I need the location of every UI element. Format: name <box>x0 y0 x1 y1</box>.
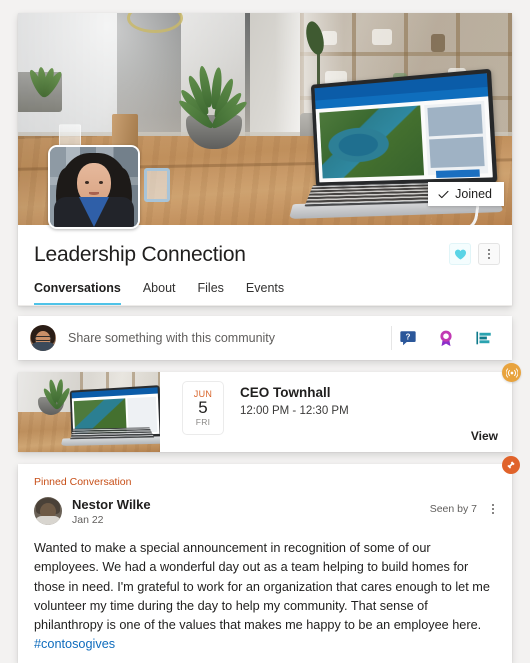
more-options-button[interactable] <box>478 243 500 265</box>
event-title: CEO Townhall <box>240 385 331 400</box>
post-date: Jan 22 <box>72 514 104 526</box>
seen-by-count[interactable]: Seen by 7 <box>430 503 477 515</box>
user-avatar <box>30 325 56 351</box>
page-title: Leadership Connection <box>34 243 246 266</box>
follow-heart-button[interactable] <box>449 243 471 265</box>
community-header-info: Leadership Connection <box>18 225 512 267</box>
praise-button[interactable] <box>436 328 456 348</box>
svg-text:?: ? <box>406 332 411 341</box>
event-view-link[interactable]: View <box>471 429 498 443</box>
poll-button[interactable] <box>474 328 494 348</box>
event-date-box: JUN 5 FRI <box>182 381 224 435</box>
pinned-conversation-label: Pinned Conversation <box>34 476 132 488</box>
community-page: Joined Leadership Connection Conversatio… <box>0 0 530 663</box>
post-header: Nestor Wilke Jan 22 Seen by 7 <box>34 497 496 526</box>
event-card[interactable]: JUN 5 FRI CEO Townhall 12:00 PM - 12:30 … <box>18 363 521 452</box>
question-icon: ? <box>400 331 416 346</box>
checkmark-icon <box>438 190 449 198</box>
heart-filled-icon <box>454 249 466 260</box>
post-meta: Nestor Wilke Jan 22 <box>62 497 151 526</box>
live-badge <box>502 363 521 382</box>
share-input[interactable]: Share something with this community <box>56 331 391 345</box>
pinned-post-card: Pinned Conversation Nestor Wilke Jan 22 … <box>18 456 520 663</box>
thumbnail-laptop <box>60 385 160 450</box>
event-thumbnail <box>18 372 160 452</box>
share-action-icons: ? <box>398 328 500 348</box>
ask-question-button[interactable]: ? <box>398 328 418 348</box>
event-text: CEO Townhall 12:00 PM - 12:30 PM <box>224 381 349 452</box>
pin-icon <box>507 461 515 469</box>
post-author[interactable]: Nestor Wilke <box>72 497 151 512</box>
event-details: JUN 5 FRI CEO Townhall 12:00 PM - 12:30 … <box>160 372 512 452</box>
more-options-icon <box>488 249 490 259</box>
pin-badge <box>502 456 520 474</box>
event-time: 12:00 PM - 12:30 PM <box>240 405 349 417</box>
joined-button[interactable]: Joined <box>428 182 504 206</box>
divider <box>391 326 392 350</box>
post-body: Wanted to make a special announcement in… <box>34 539 496 655</box>
event-day: 5 <box>198 397 208 417</box>
joined-label: Joined <box>455 187 492 201</box>
tab-files[interactable]: Files <box>198 281 224 305</box>
community-header-card: Joined Leadership Connection Conversatio… <box>18 13 512 306</box>
post-body-text: Wanted to make a special announcement in… <box>34 541 490 633</box>
header-action-buttons <box>449 243 500 265</box>
community-avatar[interactable] <box>48 145 140 229</box>
event-weekday: FRI <box>195 417 211 428</box>
author-avatar[interactable] <box>34 497 62 525</box>
poll-icon <box>476 331 491 345</box>
praise-icon <box>440 330 452 347</box>
tab-events[interactable]: Events <box>246 281 284 305</box>
post-hashtag[interactable]: #contosogives <box>34 637 115 651</box>
share-composer[interactable]: Share something with this community ? <box>18 316 512 360</box>
live-broadcast-icon <box>505 367 518 378</box>
post-header-actions: Seen by 7 <box>430 502 496 516</box>
tab-about[interactable]: About <box>143 281 176 305</box>
post-more-options-button[interactable] <box>490 502 496 516</box>
community-tabs: Conversations About Files Events <box>18 267 512 306</box>
tab-conversations[interactable]: Conversations <box>34 281 121 305</box>
